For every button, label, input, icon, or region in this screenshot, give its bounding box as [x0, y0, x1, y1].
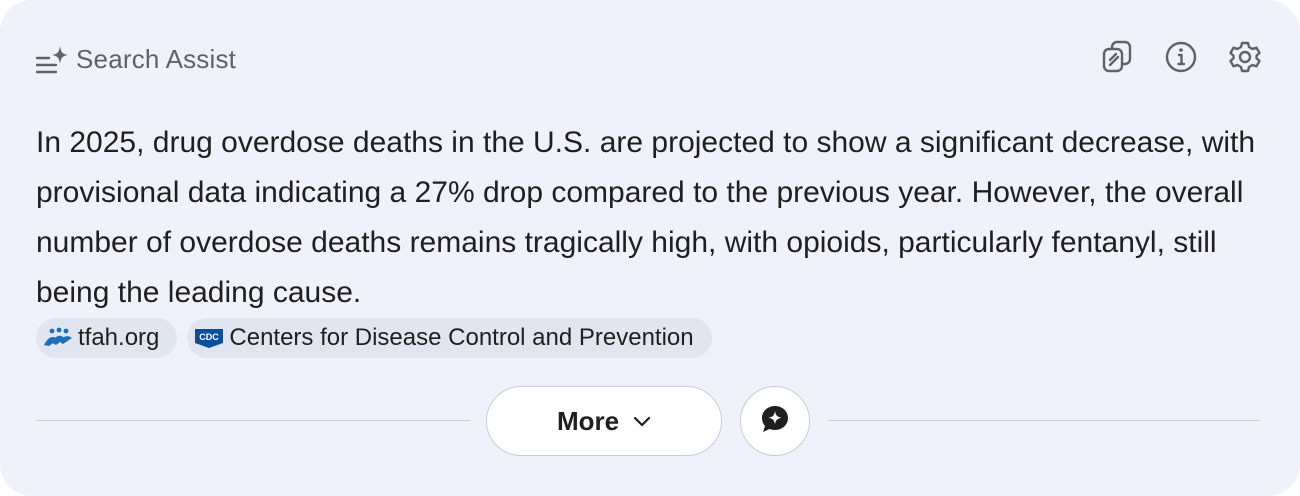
source-chip-label: tfah.org [78, 324, 160, 351]
search-assist-header: Search Assist [36, 40, 236, 78]
cdc-logo-text: CDC [200, 332, 220, 342]
info-icon[interactable] [1164, 40, 1198, 74]
summary-text: In 2025, drug overdose deaths in the U.S… [36, 126, 1256, 309]
divider-right [828, 420, 1260, 421]
settings-gear-icon[interactable] [1228, 40, 1262, 74]
search-assist-card: Search Assist In 2025, drug overdose dea… [0, 0, 1300, 496]
divider-left [36, 420, 470, 421]
cdc-logo-icon: CDC [193, 324, 225, 352]
source-chip-cdc[interactable]: CDC Centers for Disease Control and Prev… [187, 318, 712, 358]
source-chip-label: Centers for Disease Control and Preventi… [229, 324, 694, 351]
source-chip-tfah[interactable]: tfah.org [36, 318, 178, 358]
sparkle-list-icon [36, 42, 70, 76]
header-actions [1100, 40, 1262, 74]
copy-icon[interactable] [1100, 40, 1134, 74]
tfah-logo-icon [42, 324, 74, 352]
source-chips: tfah.org CDC Centers for Disease Control… [36, 318, 712, 358]
chat-sparkle-icon [760, 404, 790, 439]
chat-button[interactable] [740, 386, 810, 456]
more-button-label: More [556, 405, 620, 436]
search-assist-title: Search Assist [76, 43, 237, 74]
chevron-down-icon [633, 415, 651, 427]
more-button[interactable]: More [486, 386, 722, 456]
